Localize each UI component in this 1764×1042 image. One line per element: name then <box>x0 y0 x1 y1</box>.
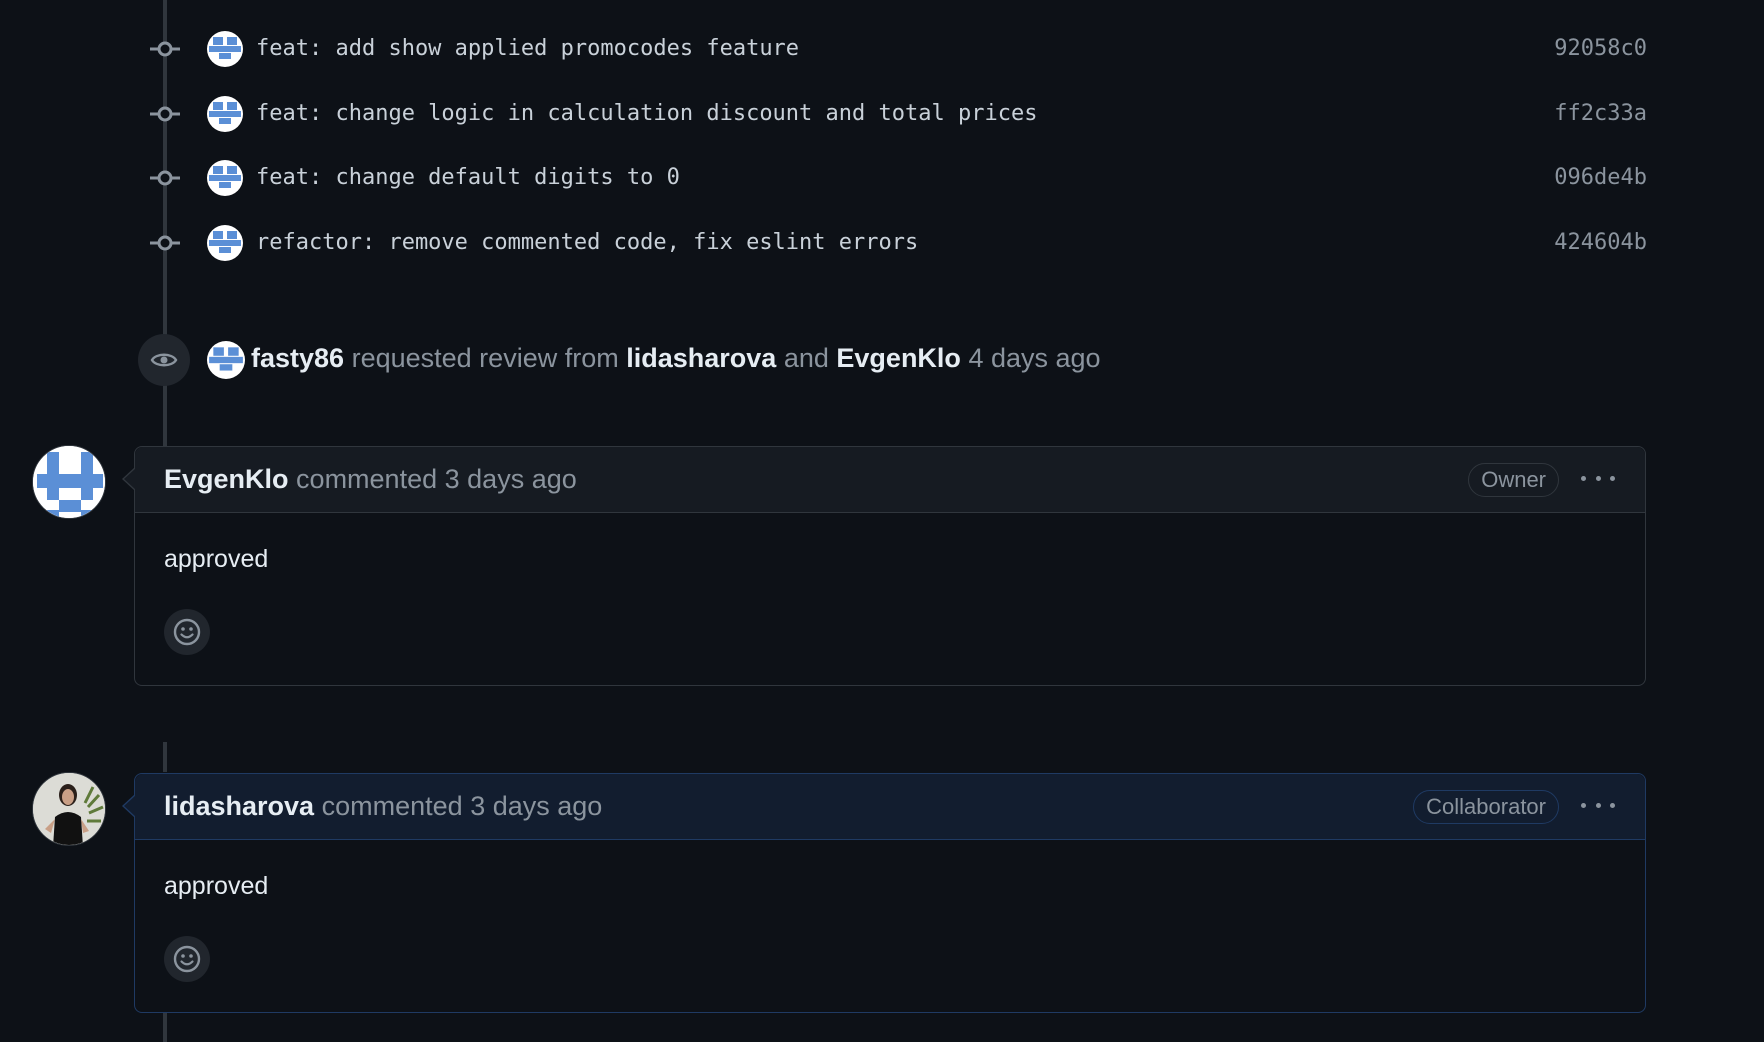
event-action: requested review from <box>351 343 619 373</box>
author-link[interactable]: lidasharova <box>164 791 314 821</box>
timeline-line <box>163 1010 167 1042</box>
comment-verb: commented <box>321 791 463 821</box>
review-requested-event: fasty86 requested review from lidasharov… <box>0 334 1764 386</box>
reviewer-link[interactable]: lidasharova <box>626 343 776 373</box>
commit-row: feat: add show applied promocodes featur… <box>0 27 1764 71</box>
actor-link[interactable]: fasty86 <box>251 343 344 373</box>
git-commit-icon <box>150 41 180 57</box>
comment-arrow <box>122 794 136 818</box>
role-badge: Collaborator <box>1413 790 1559 824</box>
git-commit-icon <box>150 235 180 251</box>
git-commit-icon <box>150 170 180 186</box>
commit-message-link[interactable]: feat: add show applied promocodes featur… <box>256 36 799 61</box>
avatar[interactable] <box>207 96 243 132</box>
avatar[interactable] <box>207 160 243 196</box>
event-time-link[interactable]: 4 days ago <box>968 343 1100 373</box>
timeline-line <box>163 742 167 772</box>
smiley-icon <box>173 945 201 973</box>
more-options-icon[interactable] <box>1581 465 1615 491</box>
comment-card: lidasharova commented 3 days ago Collabo… <box>122 773 1646 1013</box>
commit-row: feat: change default digits to 0 096de4b <box>0 156 1764 200</box>
commit-sha-link[interactable]: 424604b <box>1554 230 1647 255</box>
comment-text: approved <box>164 872 269 900</box>
avatar[interactable] <box>207 341 245 379</box>
add-reaction-button[interactable] <box>164 936 210 982</box>
commit-row: refactor: remove commented code, fix esl… <box>0 221 1764 265</box>
add-reaction-button[interactable] <box>164 609 210 655</box>
commit-row: feat: change logic in calculation discou… <box>0 92 1764 136</box>
comment-body: approved <box>135 513 1645 655</box>
comment-header: EvgenKlo commented 3 days ago Owner <box>135 447 1645 513</box>
author-link[interactable]: EvgenKlo <box>164 464 289 494</box>
comment-header: lidasharova commented 3 days ago Collabo… <box>135 774 1645 840</box>
event-text: fasty86 requested review from lidasharov… <box>251 343 1101 374</box>
pull-request-timeline: feat: add show applied promocodes featur… <box>0 0 1764 1042</box>
reviewer-link[interactable]: EvgenKlo <box>836 343 961 373</box>
comment-time-link[interactable]: 3 days ago <box>445 464 577 494</box>
commit-sha-link[interactable]: 92058c0 <box>1554 36 1647 61</box>
avatar[interactable] <box>32 445 106 519</box>
commit-message-link[interactable]: refactor: remove commented code, fix esl… <box>256 230 918 255</box>
smiley-icon <box>173 618 201 646</box>
more-options-icon[interactable] <box>1581 792 1615 818</box>
event-conjunction: and <box>783 343 829 373</box>
comment-body: approved <box>135 840 1645 982</box>
commit-message-link[interactable]: feat: change logic in calculation discou… <box>256 101 1037 126</box>
comment-verb: commented <box>296 464 438 494</box>
avatar[interactable] <box>207 225 243 261</box>
comment-text: approved <box>164 545 269 573</box>
comment-title: lidasharova commented 3 days ago <box>164 791 602 822</box>
comment-arrow <box>122 467 136 491</box>
avatar[interactable] <box>207 31 243 67</box>
comment-title: EvgenKlo commented 3 days ago <box>164 464 577 495</box>
eye-icon <box>138 334 190 386</box>
commit-message-link[interactable]: feat: change default digits to 0 <box>256 165 680 190</box>
comment-card: EvgenKlo commented 3 days ago Owner appr… <box>122 446 1646 686</box>
avatar[interactable] <box>32 772 106 846</box>
commit-sha-link[interactable]: ff2c33a <box>1554 101 1647 126</box>
comment-time-link[interactable]: 3 days ago <box>470 791 602 821</box>
role-badge: Owner <box>1468 463 1559 497</box>
commit-sha-link[interactable]: 096de4b <box>1554 165 1647 190</box>
git-commit-icon <box>150 106 180 122</box>
